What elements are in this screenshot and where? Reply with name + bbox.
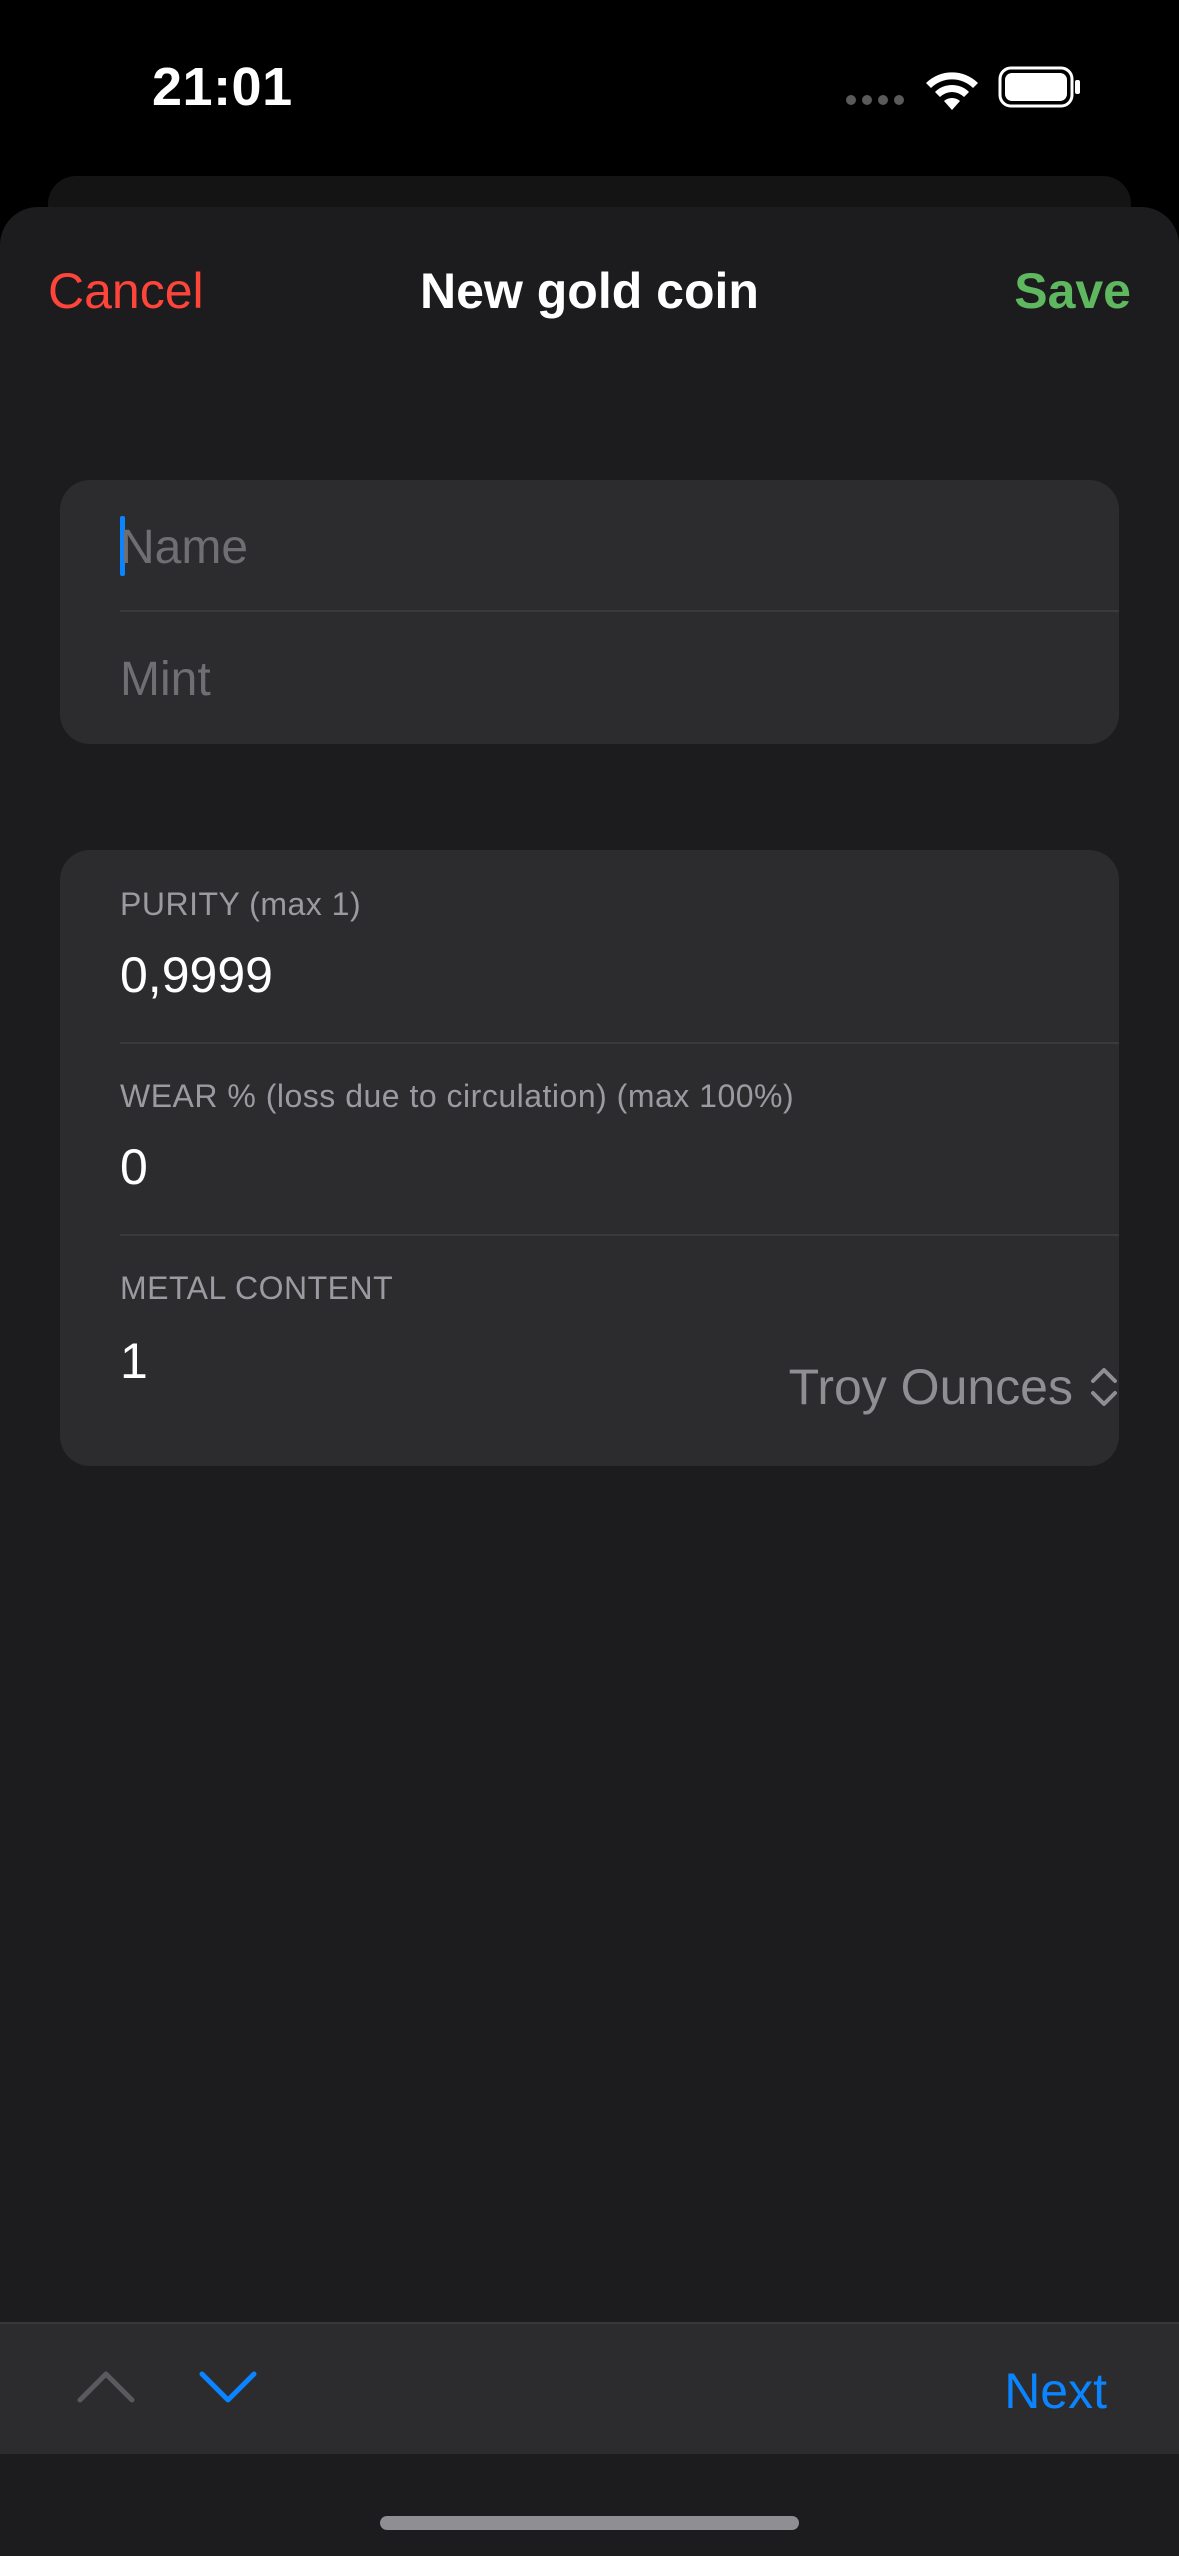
divider — [120, 1042, 1119, 1044]
save-button[interactable]: Save — [1014, 262, 1131, 320]
name-field[interactable]: Name — [120, 480, 1119, 611]
purity-label: PURITY (max 1) — [120, 886, 362, 922]
wear-field[interactable]: 0 — [120, 1138, 148, 1196]
unit-picker-value: Troy Ounces — [788, 1359, 1073, 1415]
chevron-down-icon[interactable] — [198, 2368, 258, 2408]
home-indicator — [380, 2516, 799, 2530]
cellular-signal-icon — [846, 95, 906, 105]
wifi-icon — [926, 72, 978, 110]
chevron-up-icon[interactable] — [76, 2366, 136, 2406]
unit-picker[interactable]: Troy Ounces — [789, 1358, 1119, 1416]
wear-label: WEAR % (loss due to circulation) (max 10… — [120, 1078, 795, 1114]
mint-field[interactable]: Mint — [120, 612, 1119, 743]
metal-content-field[interactable]: 1 — [120, 1332, 148, 1390]
mint-placeholder: Mint — [120, 653, 211, 706]
divider — [120, 1234, 1119, 1236]
identity-form-group: Name Mint — [60, 480, 1119, 744]
name-placeholder: Name — [120, 521, 249, 574]
keyboard-toolbar — [0, 2322, 1179, 2454]
status-bar: 21:01 — [0, 0, 1179, 176]
status-time: 21:01 — [152, 57, 293, 117]
metal-content-label: METAL CONTENT — [120, 1270, 394, 1306]
page-title: New gold coin — [420, 263, 759, 319]
purity-field[interactable]: 0,9999 — [120, 946, 273, 1004]
chevron-up-down-icon — [1091, 1368, 1117, 1406]
battery-icon — [998, 66, 1080, 108]
next-button[interactable]: Next — [1004, 2362, 1107, 2420]
